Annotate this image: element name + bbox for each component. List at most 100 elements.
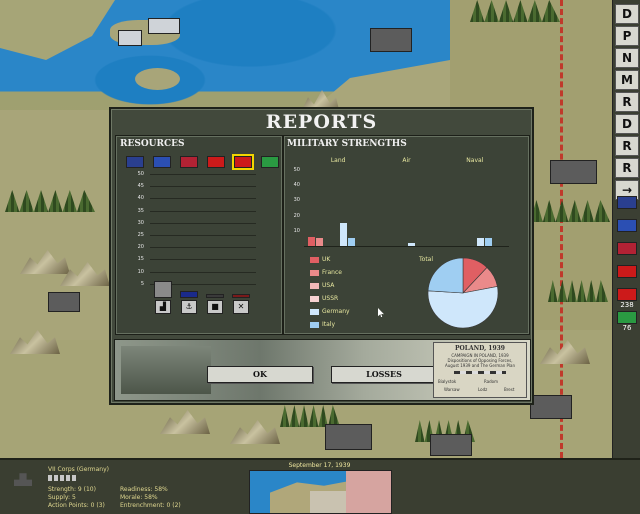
flag-ussr-icon[interactable] [207, 156, 225, 168]
legend-label: Italy [322, 321, 336, 328]
y-tick-label: 10 [293, 227, 300, 234]
mouse-cursor [378, 308, 384, 317]
flag-germany-value: 238 [620, 301, 634, 309]
y-tick-label: 40 [293, 182, 300, 189]
unit-strength-pips [48, 475, 78, 481]
unit-entrenchment: Entrenchment: 0 (2) [120, 502, 181, 509]
x-axis [304, 246, 509, 247]
toolbar-button-1[interactable]: P [615, 26, 639, 46]
map-town-label: Bialystok [438, 379, 457, 384]
gridline [150, 174, 256, 175]
resource-bar [180, 291, 198, 298]
toolbar-button-6[interactable]: R [615, 136, 639, 156]
minimap[interactable] [249, 470, 392, 514]
selected-unit[interactable] [48, 292, 80, 312]
strength-bar-germany [408, 242, 416, 246]
flag-usa-icon[interactable] [180, 156, 198, 168]
gridline [150, 271, 256, 273]
city-unit[interactable] [325, 424, 372, 450]
legend-label: UK [322, 256, 331, 263]
strength-bar-france [316, 238, 323, 246]
map-town-label: Brest [504, 387, 515, 392]
naval-unit[interactable] [148, 18, 180, 34]
y-tick-label: 45 [137, 183, 144, 190]
right-toolbar: D P N M R D R R → 238 76 [612, 0, 640, 458]
map-town-label: Radom [484, 379, 499, 384]
factory-icon[interactable]: ▟ [155, 300, 171, 314]
campaign-map-note: POLAND, 1939 CAMPAIGN IN POLAND, 1939 Di… [433, 342, 527, 398]
unit-name: VII Corps (Germany) [48, 466, 109, 473]
map-scale-bar [454, 371, 506, 374]
flag-uk-icon[interactable] [617, 196, 637, 209]
flag-france-icon[interactable] [153, 156, 171, 168]
category-label: Naval [466, 157, 484, 164]
y-tick-label: 25 [137, 232, 144, 238]
flag-france-icon[interactable] [617, 219, 637, 232]
resources-title: RESOURCES [120, 139, 185, 149]
map-town-label: Warsaw [444, 387, 460, 392]
map-note-line: August 1939 and The German Plan [444, 363, 516, 368]
gridline [150, 198, 256, 200]
tools-icon[interactable]: ✕ [233, 300, 249, 314]
y-tick-label: 20 [137, 244, 144, 251]
unit-strength: Strength: 9 (10) [48, 486, 96, 493]
y-tick-label: 50 [137, 171, 144, 177]
gridline [150, 222, 256, 224]
resources-panel: RESOURCES 50 45 40 35 30 25 20 15 10 5 ▟ ⚓ ■ ✕ [115, 135, 283, 335]
city-unit[interactable] [550, 160, 597, 184]
city-unit[interactable] [530, 395, 572, 419]
gridline [150, 259, 256, 261]
strength-bar-italy [348, 238, 355, 246]
legend-swatch [310, 296, 319, 302]
resource-bar [154, 281, 172, 298]
unit-supply: Supply: 5 [48, 494, 76, 501]
naval-unit[interactable] [118, 30, 142, 46]
flag-italy-icon[interactable] [617, 311, 637, 324]
flag-usa-icon[interactable] [617, 242, 637, 255]
oil-icon[interactable]: ■ [207, 300, 223, 314]
toolbar-button-5[interactable]: D [615, 114, 639, 134]
pie-slice-italy [427, 257, 464, 294]
legend-swatch [310, 322, 319, 328]
legend-swatch [310, 270, 319, 276]
category-label: Air [402, 157, 411, 164]
toolbar-button-4[interactable]: R [615, 92, 639, 112]
gridline [150, 210, 256, 212]
flag-uk-icon[interactable] [126, 156, 144, 168]
y-tick-label: 15 [137, 256, 144, 263]
soldiers-photo [121, 346, 211, 394]
flag-germany-icon[interactable] [617, 288, 637, 301]
gridline [150, 235, 256, 236]
y-tick-label: 40 [137, 195, 144, 202]
gridline [150, 247, 256, 249]
legend-swatch [310, 283, 319, 289]
unit-morale: Morale: 58% [120, 494, 158, 501]
flag-italy-value: 76 [622, 324, 632, 332]
y-tick-label: 50 [293, 167, 300, 173]
unit-icon [14, 473, 32, 486]
total-pie-chart [427, 257, 499, 329]
losses-button[interactable]: LOSSES [331, 366, 437, 383]
category-label: Land [330, 157, 346, 164]
y-tick-label: 5 [140, 280, 144, 287]
toolbar-button-3[interactable]: M [615, 70, 639, 90]
military-panel: MILITARY STRENGTHS Total 50 40 30 20 10 Land A… [283, 135, 530, 335]
flag-ussr-icon[interactable] [617, 265, 637, 278]
city-unit[interactable] [370, 28, 412, 52]
toolbar-button-7[interactable]: R [615, 158, 639, 178]
toolbar-button-2[interactable]: N [615, 48, 639, 68]
military-title: MILITARY STRENGTHS [287, 139, 407, 149]
map-note-title: POLAND, 1939 [455, 345, 505, 352]
unit-readiness: Readiness: 58% [120, 486, 168, 493]
y-tick-label: 35 [137, 207, 144, 214]
ok-button[interactable]: OK [207, 366, 313, 383]
dialog-title: REPORTS [265, 111, 378, 133]
legend-label: USSR [322, 295, 339, 302]
map-town-label: Lodz [478, 387, 488, 392]
toolbar-button-0[interactable]: D [615, 4, 639, 24]
flag-germany-icon[interactable] [232, 154, 254, 170]
city-unit[interactable] [430, 434, 472, 456]
flag-italy-icon[interactable] [261, 156, 279, 168]
resource-bar [232, 293, 250, 298]
anchor-icon[interactable]: ⚓ [181, 300, 197, 314]
